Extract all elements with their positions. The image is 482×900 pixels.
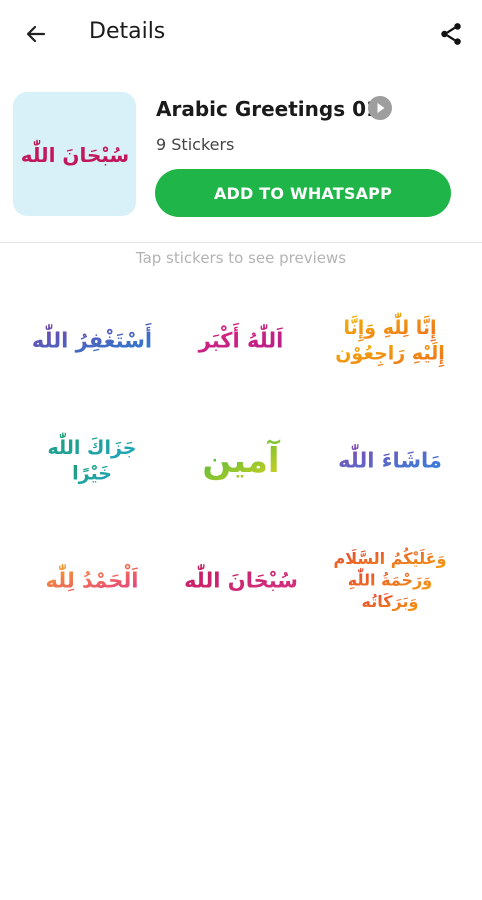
sticker-image: آمين — [202, 439, 281, 481]
preview-hint: Tap stickers to see previews — [135, 249, 347, 267]
sticker-text: مَاشَاءَ اللّٰه — [338, 444, 442, 473]
sticker-text: وَعَلَيْكُمُ السَّلَام — [333, 546, 446, 568]
sticker-image: وَعَلَيْكُمُ السَّلَاموَرَحْمَةُ اللّٰهِ… — [333, 546, 446, 611]
share-button[interactable] — [434, 17, 468, 51]
sticker-text: خَيْرًا — [72, 462, 112, 484]
sticker-image: اَللّٰهُ أَكْبَر — [198, 322, 284, 352]
sticker-item[interactable]: وَعَلَيْكُمُ السَّلَام وَرَحْمَةُ اللّٰهِ… — [315, 520, 464, 640]
sticker-text: جَزَاكَ اللّٰه — [48, 433, 137, 459]
sticker-text: اَللّٰهُ أَكْبَر — [198, 322, 284, 352]
page-title: Details — [89, 19, 166, 44]
sticker-image: إِنَّا لِلّٰهِ وَإِنَّاإِلَيْهِ رَاجِعُو… — [335, 313, 445, 368]
sticker-item[interactable]: مَاشَاءَ اللّٰه — [315, 400, 464, 520]
sticker-item[interactable]: سُبْحَانَ اللّٰه — [167, 520, 316, 640]
sticker-image: جَزَاكَ اللّٰه خَيْرًا — [48, 433, 137, 485]
sticker-count: 9 Stickers — [156, 135, 235, 154]
sticker-text: وَبَرَكَاتُه — [361, 592, 418, 611]
sticker-text: اَلْحَمْدُ لِلّٰه — [46, 564, 139, 593]
sticker-text: أَسْتَغْفِرُ اللّٰه — [32, 322, 152, 352]
sticker-text: وَرَحْمَةُ اللّٰهِ — [347, 567, 431, 590]
sticker-text: إِلَيْهِ رَاجِعُوْن — [335, 341, 445, 367]
sticker-grid: أَسْتَغْفِرُ اللّٰه اَللّٰهُ أَكْبَر إِنَّ… — [18, 280, 464, 640]
tray-image: سُبْحَانَ اللّٰه — [13, 92, 136, 216]
sticker-item[interactable]: جَزَاكَ اللّٰه خَيْرًا — [18, 400, 167, 520]
app-bar: Details — [0, 0, 482, 68]
sticker-text: سُبْحَانَ اللّٰه — [184, 564, 298, 593]
sticker-item[interactable]: اَللّٰهُ أَكْبَر — [167, 280, 316, 400]
divider — [0, 242, 482, 243]
play-info-icon[interactable] — [368, 96, 392, 120]
sticker-item[interactable]: اَلْحَمْدُ لِلّٰه — [18, 520, 167, 640]
sticker-item[interactable]: أَسْتَغْفِرُ اللّٰه — [18, 280, 167, 400]
sticker-text: إِنَّا لِلّٰهِ وَإِنَّا — [343, 313, 436, 342]
arrow-left-icon — [26, 25, 46, 43]
sticker-pack-header: سُبْحَانَ اللّٰه Arabic Greetings 01 9 S… — [0, 92, 482, 220]
pack-name: Arabic Greetings 01 — [156, 97, 380, 121]
tray-sticker: سُبْحَانَ اللّٰه — [20, 140, 128, 167]
sticker-image: أَسْتَغْفِرُ اللّٰه — [32, 322, 152, 352]
sticker-text: آمين — [202, 439, 281, 481]
tray-text: سُبْحَانَ اللّٰه — [20, 140, 128, 167]
share-icon — [441, 23, 461, 45]
sticker-image: مَاشَاءَ اللّٰه — [338, 444, 442, 473]
sticker-item[interactable]: إِنَّا لِلّٰهِ وَإِنَّا إِلَيْهِ رَاجِعُو… — [315, 280, 464, 400]
back-button[interactable] — [20, 18, 52, 50]
sticker-item[interactable]: آمين — [167, 400, 316, 520]
add-to-whatsapp-button[interactable]: ADD TO WHATSAPP — [155, 169, 451, 217]
sticker-image: اَلْحَمْدُ لِلّٰه — [46, 564, 139, 593]
sticker-image: سُبْحَانَ اللّٰه — [184, 564, 298, 593]
